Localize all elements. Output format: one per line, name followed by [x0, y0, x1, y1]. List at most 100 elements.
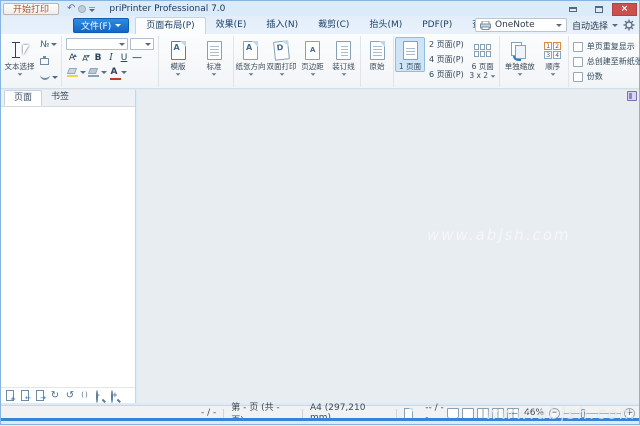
pane-toggle-icon[interactable]	[627, 91, 637, 101]
font-color-icon: A	[109, 67, 121, 80]
six-pages-grid-button[interactable]: 6 页面 3 x 2	[468, 37, 498, 81]
italic-button[interactable]: I	[105, 52, 117, 64]
rotate-ccw-button[interactable]: ↺	[63, 389, 77, 402]
file-menu-label: 文件(F)	[81, 22, 112, 32]
printer-select[interactable]: OneNote	[474, 18, 567, 32]
pages-option-column: 2 页面(P) 4 页面(P) 6 页面(P)	[426, 38, 467, 82]
strikethrough-button[interactable]: —	[131, 52, 143, 64]
six-pages-button[interactable]: 6 页面(P)	[426, 68, 467, 82]
zoom-out-button[interactable]: −	[549, 407, 560, 419]
group-pages: 1 页面 2 页面(P) 4 页面(P) 6 页面(P) 6 页面 3 x 2	[393, 36, 499, 87]
repeat-page-label: 单页重复显示	[586, 42, 635, 51]
template-button[interactable]: A 模版	[160, 37, 196, 77]
repeat-page-checkbox[interactable]: 单页重复显示	[572, 41, 635, 52]
zoom-out-thumbnails-button[interactable]: -	[93, 389, 107, 403]
close-button[interactable]: ×	[612, 2, 637, 16]
chevron-down-icon	[115, 24, 122, 27]
order-label: 顺序	[545, 62, 561, 71]
sidebar-tab-pages[interactable]: 页面	[4, 90, 43, 106]
copies-label: 份数	[586, 72, 603, 81]
chevron-down-icon[interactable]	[80, 70, 86, 74]
rotate-180-button[interactable]: ()	[78, 389, 92, 402]
comment-icon[interactable]	[78, 5, 87, 13]
original-icon	[369, 41, 385, 60]
qat-customize-button[interactable]	[89, 6, 96, 12]
insert-page-before-button[interactable]: ←	[18, 389, 32, 402]
single-page-view-icon[interactable]	[461, 407, 474, 419]
text-select-button[interactable]: 文本选择	[3, 37, 36, 77]
six-pages-grid-label2: 3 x 2	[469, 71, 489, 80]
zoom-in-thumbnails-button[interactable]: +	[108, 389, 122, 403]
watermark-tool-button[interactable]	[38, 71, 60, 84]
group-page-setup: A 纸张方向 D 双面打印 A 页边距 装订线	[233, 36, 360, 87]
new-sheet-label: 总创建至新纸张	[586, 57, 640, 66]
scale-separately-button[interactable]: 单独缩放	[501, 37, 539, 77]
undo-icon[interactable]: ↶	[67, 4, 75, 14]
original-button[interactable]: 原始	[362, 37, 392, 72]
chevron-down-icon	[279, 73, 284, 76]
book-view-icon[interactable]	[446, 407, 459, 419]
sidebar-toolbar: + ← → ↻ ↺ () - +	[1, 387, 135, 403]
group-options: 单页重复显示 总创建至新纸张 份数	[567, 36, 640, 87]
shrink-font-button[interactable]: A	[79, 52, 91, 64]
original-label: 原始	[369, 62, 385, 71]
thumbnail-view-icon[interactable]	[506, 407, 519, 419]
chevron-down-icon	[341, 73, 346, 76]
margins-button[interactable]: A 页边距	[297, 37, 328, 77]
duplex-print-button[interactable]: D 双面打印	[266, 37, 297, 77]
tab-crop[interactable]: 裁剪(C)	[308, 17, 359, 34]
bold-button[interactable]: B	[92, 52, 104, 64]
tab-effects[interactable]: 效果(E)	[206, 17, 257, 34]
group-scale-order: 单独缩放 1234 顺序	[498, 36, 568, 87]
tab-pdf[interactable]: PDF(P)	[412, 17, 462, 34]
page-setup-icon[interactable]	[404, 407, 414, 419]
sidebar-tab-bookmarks[interactable]: 书签	[42, 90, 78, 106]
new-sheet-checkbox[interactable]: 总创建至新纸张	[572, 56, 640, 67]
continuous-view-icon[interactable]	[491, 407, 504, 419]
start-print-button[interactable]: 开始打印	[3, 3, 60, 15]
stamp-tool-button[interactable]	[38, 55, 60, 68]
divider	[301, 408, 303, 418]
chevron-down-icon	[310, 73, 315, 76]
font-size-combo[interactable]	[130, 38, 154, 50]
status-view-controls: 46% − +	[446, 407, 635, 419]
facing-pages-view-icon[interactable]	[476, 407, 489, 419]
highlight-button[interactable]	[66, 66, 79, 78]
minimize-button[interactable]	[560, 3, 585, 16]
chevron-down-icon[interactable]	[101, 70, 107, 74]
window-controls: ×	[560, 2, 637, 16]
underline-button[interactable]: U	[118, 52, 130, 64]
paper-mode-select[interactable]: 自动选择	[572, 19, 618, 32]
rotate-cw-button[interactable]: ↻	[48, 389, 62, 402]
file-menu-button[interactable]: 文件(F)	[73, 18, 130, 33]
grow-font-button[interactable]: A	[66, 52, 78, 64]
preview-canvas[interactable]: www.abjsh.com	[137, 90, 639, 403]
standard-button[interactable]: 标准	[196, 37, 232, 77]
zoom-in-button[interactable]: +	[624, 407, 635, 419]
tab-header[interactable]: 抬头(M)	[359, 17, 412, 34]
quick-access-toolbar: ↶	[67, 4, 96, 14]
zoom-slider-thumb[interactable]	[581, 408, 585, 418]
two-pages-button[interactable]: 2 页面(P)	[426, 38, 467, 52]
add-page-button[interactable]: +	[3, 389, 17, 403]
tab-insert[interactable]: 插入(N)	[256, 17, 308, 34]
chevron-down-icon	[211, 73, 217, 76]
font-family-combo[interactable]	[66, 38, 128, 50]
font-color-button[interactable]: A	[108, 66, 121, 80]
settings-gear-icon[interactable]	[623, 19, 635, 31]
gutter-button[interactable]: 装订线	[328, 37, 359, 77]
tab-page-layout[interactable]: 页面布局(P)	[135, 17, 206, 34]
zoom-slider[interactable]	[563, 408, 621, 419]
note-tool-button[interactable]: №	[38, 38, 60, 51]
insert-page-after-icon: →	[36, 390, 46, 402]
maximize-button[interactable]	[586, 3, 611, 16]
insert-page-after-button[interactable]: →	[33, 389, 47, 402]
paper-orientation-button[interactable]: A 纸张方向	[235, 37, 266, 77]
pen-color-button[interactable]	[87, 66, 100, 78]
copies-checkbox[interactable]: 份数	[572, 71, 603, 82]
one-page-button[interactable]: 1 页面	[395, 37, 425, 72]
order-button[interactable]: 1234 顺序	[539, 37, 567, 77]
four-pages-button[interactable]: 4 页面(P)	[426, 53, 467, 67]
chevron-down-icon[interactable]	[121, 70, 127, 74]
group-font: A A B I U — A	[61, 36, 158, 87]
